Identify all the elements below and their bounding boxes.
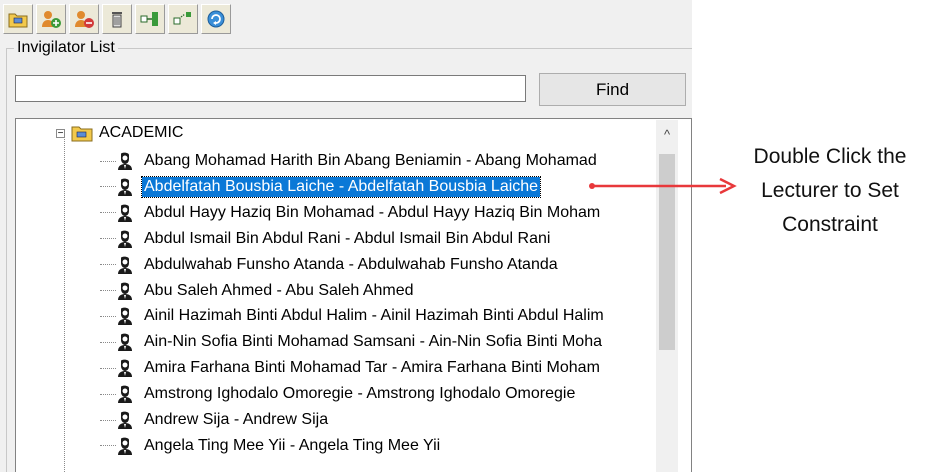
tree-branch-line bbox=[100, 212, 116, 214]
folder-button[interactable] bbox=[3, 4, 33, 34]
tree-item-label: Amstrong Ighodalo Omoregie - Amstrong Ig… bbox=[144, 385, 576, 403]
folder-icon bbox=[8, 13, 28, 28]
search-input[interactable] bbox=[15, 75, 526, 102]
remove-user-icon bbox=[75, 11, 94, 28]
scroll-up-arrow[interactable]: ^ bbox=[656, 120, 678, 148]
tree-item-label: Abdelfatah Bousbia Laiche - Abdelfatah B… bbox=[140, 175, 542, 198]
tree-root-academic[interactable]: − ACADEMIC bbox=[56, 123, 183, 143]
application-panel: Invigilator List Find − ACADEMIC Abang M… bbox=[0, 0, 692, 472]
person-icon bbox=[118, 230, 132, 248]
person-icon bbox=[118, 437, 132, 455]
tree-connector bbox=[64, 131, 65, 472]
unlink-button[interactable] bbox=[168, 4, 198, 34]
tree-item[interactable]: Amira Farhana Binti Mohamad Tar - Amira … bbox=[100, 357, 602, 379]
tree-item[interactable]: Abdulwahab Funsho Atanda - Abdulwahab Fu… bbox=[100, 254, 560, 276]
find-button[interactable]: Find bbox=[539, 73, 686, 106]
tree-item[interactable]: Abdul Hayy Haziq Bin Mohamad - Abdul Hay… bbox=[100, 202, 602, 224]
annotation-line: Double Click the bbox=[753, 145, 907, 168]
tree-item[interactable]: Amstrong Ighodalo Omoregie - Amstrong Ig… bbox=[100, 383, 577, 405]
add-user-icon bbox=[42, 11, 61, 28]
tree-branch-line bbox=[100, 290, 116, 291]
tree-item-label: Andrew Sija - Andrew Sija bbox=[144, 411, 329, 428]
tree-branch-line bbox=[100, 445, 116, 447]
person-icon bbox=[118, 256, 132, 274]
tree-item-label: Ainil Hazimah Binti Abdul Halim - Ainil … bbox=[144, 307, 604, 325]
person-icon bbox=[118, 411, 132, 429]
delete-button[interactable] bbox=[102, 4, 132, 34]
person-icon bbox=[118, 307, 132, 326]
person-icon bbox=[118, 178, 132, 196]
tree-item[interactable]: Angela Ting Mee Yii - Angela Ting Mee Yi… bbox=[100, 435, 442, 457]
person-icon bbox=[118, 282, 132, 300]
tree-branch-line bbox=[100, 393, 116, 395]
tree-branch-line bbox=[100, 341, 116, 343]
tree-item-label: Abdul Hayy Haziq Bin Mohamad - Abdul Hay… bbox=[144, 203, 601, 221]
unlink-icon bbox=[173, 12, 191, 25]
refresh-button[interactable] bbox=[201, 4, 231, 34]
tree-branch-line bbox=[100, 238, 116, 240]
person-icon bbox=[118, 385, 132, 404]
person-icon bbox=[118, 359, 132, 378]
annotation-text: Double Click the Lecturer to Set Constra… bbox=[727, 140, 933, 242]
remove-user-button[interactable] bbox=[69, 4, 99, 34]
tree-branch-line bbox=[100, 367, 116, 369]
annotation-line: Lecturer to Set bbox=[761, 179, 899, 202]
link-button[interactable] bbox=[135, 4, 165, 34]
folder-icon bbox=[71, 126, 93, 142]
person-icon bbox=[118, 152, 132, 170]
tree-item-label: Abu Saleh Ahmed - Abu Saleh Ahmed bbox=[144, 281, 414, 299]
tree-item[interactable]: Abdul Ismail Bin Abdul Rani - Abdul Isma… bbox=[100, 228, 552, 250]
tree-root-label: ACADEMIC bbox=[99, 124, 184, 141]
tree-item-label: Abdul Ismail Bin Abdul Rani - Abdul Isma… bbox=[144, 229, 551, 247]
tree-branch-line bbox=[100, 264, 116, 266]
vertical-scrollbar[interactable]: ^ bbox=[656, 120, 678, 472]
tree-branch-line bbox=[100, 186, 116, 188]
group-title: Invigilator List bbox=[14, 39, 118, 57]
annotation-arrow bbox=[589, 177, 737, 195]
tree-item[interactable]: Ainil Hazimah Binti Abdul Halim - Ainil … bbox=[100, 305, 606, 327]
tree-item[interactable]: Abdelfatah Bousbia Laiche - Abdelfatah B… bbox=[100, 175, 542, 198]
tree-branch-line bbox=[100, 419, 116, 421]
tree-item[interactable]: Andrew Sija - Andrew Sija bbox=[100, 409, 330, 431]
collapse-toggle[interactable]: − bbox=[56, 128, 65, 138]
tree-item-label: Abdulwahab Funsho Atanda - Abdulwahab Fu… bbox=[144, 255, 558, 273]
tree-item-label: Amira Farhana Binti Mohamad Tar - Amira … bbox=[144, 359, 600, 377]
person-icon bbox=[118, 204, 132, 222]
tree-item[interactable]: Ain-Nin Sofia Binti Mohamad Samsani - Ai… bbox=[100, 331, 604, 353]
tree-item-label: Angela Ting Mee Yii - Angela Ting Mee Yi… bbox=[144, 436, 441, 454]
tree-branch-line bbox=[100, 160, 116, 162]
link-icon bbox=[140, 12, 158, 26]
tree-item[interactable]: Abang Mohamad Harith Bin Abang Beniamin … bbox=[100, 150, 599, 172]
tree-item[interactable]: Abu Saleh Ahmed - Abu Saleh Ahmed bbox=[100, 280, 416, 302]
trash-icon bbox=[112, 12, 122, 28]
tree-item-label: Ain-Nin Sofia Binti Mohamad Samsani - Ai… bbox=[144, 333, 602, 351]
toolbar bbox=[3, 4, 231, 34]
person-icon bbox=[118, 333, 132, 352]
annotation-line: Constraint bbox=[782, 213, 878, 236]
add-user-button[interactable] bbox=[36, 4, 66, 34]
tree-branch-line bbox=[100, 315, 116, 317]
tree-item-label: Abang Mohamad Harith Bin Abang Beniamin … bbox=[144, 152, 597, 169]
refresh-icon bbox=[207, 10, 225, 28]
